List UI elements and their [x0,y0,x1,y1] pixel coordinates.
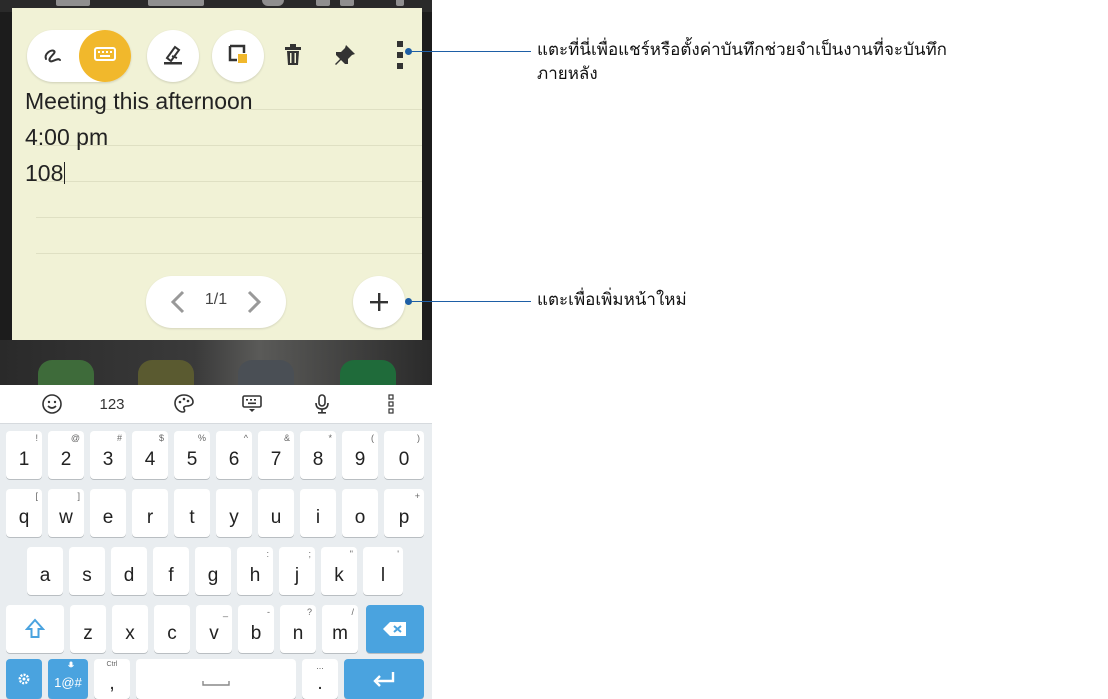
microphone-icon[interactable] [302,385,342,423]
key[interactable]: i [300,489,336,537]
gear-icon [6,659,42,699]
key[interactable]: ! 1 [6,431,42,479]
key[interactable]: $4 [132,431,168,479]
backspace-icon [366,605,424,653]
keyboard-toolbar: 123 [0,385,432,424]
mic-hint-icon [68,661,74,672]
note-line[interactable]: 4:00 pm [25,124,108,150]
comma-key[interactable]: Ctrl , [94,659,130,699]
settings-key[interactable] [6,659,42,699]
key[interactable]: % 5 [174,431,210,479]
key[interactable]: d [111,547,147,595]
callout-text-line: แตะที่นี่เพื่อแชร์หรือตั้งค่าบันทึกช่วยจ… [537,40,947,60]
key[interactable]: x [112,605,148,653]
enter-icon [344,659,424,699]
key[interactable]: z [70,605,106,653]
more-vert-icon[interactable] [388,38,412,72]
note-line[interactable]: Meeting this afternoon [25,88,253,114]
callout-line [411,301,531,302]
text-cursor [64,162,66,184]
input-mode-toggle [27,30,131,82]
callout-text-line: ภายหลัง [537,64,598,84]
highlighter-icon [161,42,185,70]
key[interactable]: & 7 [258,431,294,479]
key[interactable]: s [69,547,105,595]
add-page-button[interactable] [353,276,405,328]
page-navigator: 1/1 [146,276,286,328]
space-icon [136,659,296,699]
key[interactable]: u [258,489,294,537]
paper-color-button[interactable] [212,30,264,82]
callout-more-options: แตะที่นี่เพื่อแชร์หรือตั้งค่าบันทึกช่วยจ… [537,38,1102,86]
note-line[interactable]: 108 [25,160,66,186]
key[interactable]: -b [238,605,274,653]
numbers-key[interactable]: 123 [90,385,134,423]
handwriting-icon[interactable] [27,30,79,82]
key[interactable]: [q [6,489,42,537]
key[interactable]: e [90,489,126,537]
highlighter-button[interactable] [147,30,199,82]
callout-new-page: แตะเพื่อเพิ่มหน้าใหม่ [537,290,687,310]
keyboard-menu-icon[interactable] [376,385,406,423]
backspace-key[interactable] [366,605,424,653]
note-line-text: 108 [25,160,64,186]
emoji-icon[interactable] [32,385,72,423]
key[interactable]: o [342,489,378,537]
shift-key[interactable] [6,605,64,653]
key[interactable]: f [153,547,189,595]
trash-icon[interactable] [278,40,308,70]
page-indicator: 1/1 [204,291,228,308]
space-key[interactable] [136,659,296,699]
key[interactable]: _ v [196,605,232,653]
symbols-key[interactable]: 1@# [48,659,88,699]
keyboard-mode-button[interactable] [79,30,131,82]
phone-screen: Meeting this afternoon 4:00 pm 108 1/1 1… [0,0,432,699]
soft-keyboard: 123 ! 1 @2 #3 $4 % 5 ^ 6 & 7 * 8 (9 ) 0 [q ] w [0,385,432,699]
keyboard-hide-icon[interactable] [232,385,272,423]
pin-icon[interactable] [330,40,360,70]
plus-icon [353,276,405,328]
paper-color-icon [226,42,250,70]
key[interactable]: t [174,489,210,537]
key[interactable]: #3 [90,431,126,479]
period-key[interactable]: ... . [302,659,338,699]
key[interactable]: / m [322,605,358,653]
key[interactable]: + p [384,489,424,537]
key[interactable]: :h [237,547,273,595]
key[interactable]: @2 [48,431,84,479]
keyboard-icon [93,45,117,67]
key[interactable]: ; j [279,547,315,595]
key[interactable]: r [132,489,168,537]
key[interactable]: ? n [280,605,316,653]
key[interactable]: ] w [48,489,84,537]
key[interactable]: (9 [342,431,378,479]
shift-icon [6,605,64,653]
key[interactable]: ) 0 [384,431,424,479]
key[interactable]: c [154,605,190,653]
key[interactable]: y [216,489,252,537]
key[interactable]: * 8 [300,431,336,479]
key[interactable]: g [195,547,231,595]
key[interactable]: ' l [363,547,403,595]
key[interactable]: a [27,547,63,595]
next-page-button[interactable] [238,286,268,318]
theme-palette-icon[interactable] [164,385,204,423]
key[interactable]: ^ 6 [216,431,252,479]
prev-page-button[interactable] [164,286,194,318]
key[interactable]: " k [321,547,357,595]
callout-line [411,51,531,52]
enter-key[interactable] [344,659,424,699]
